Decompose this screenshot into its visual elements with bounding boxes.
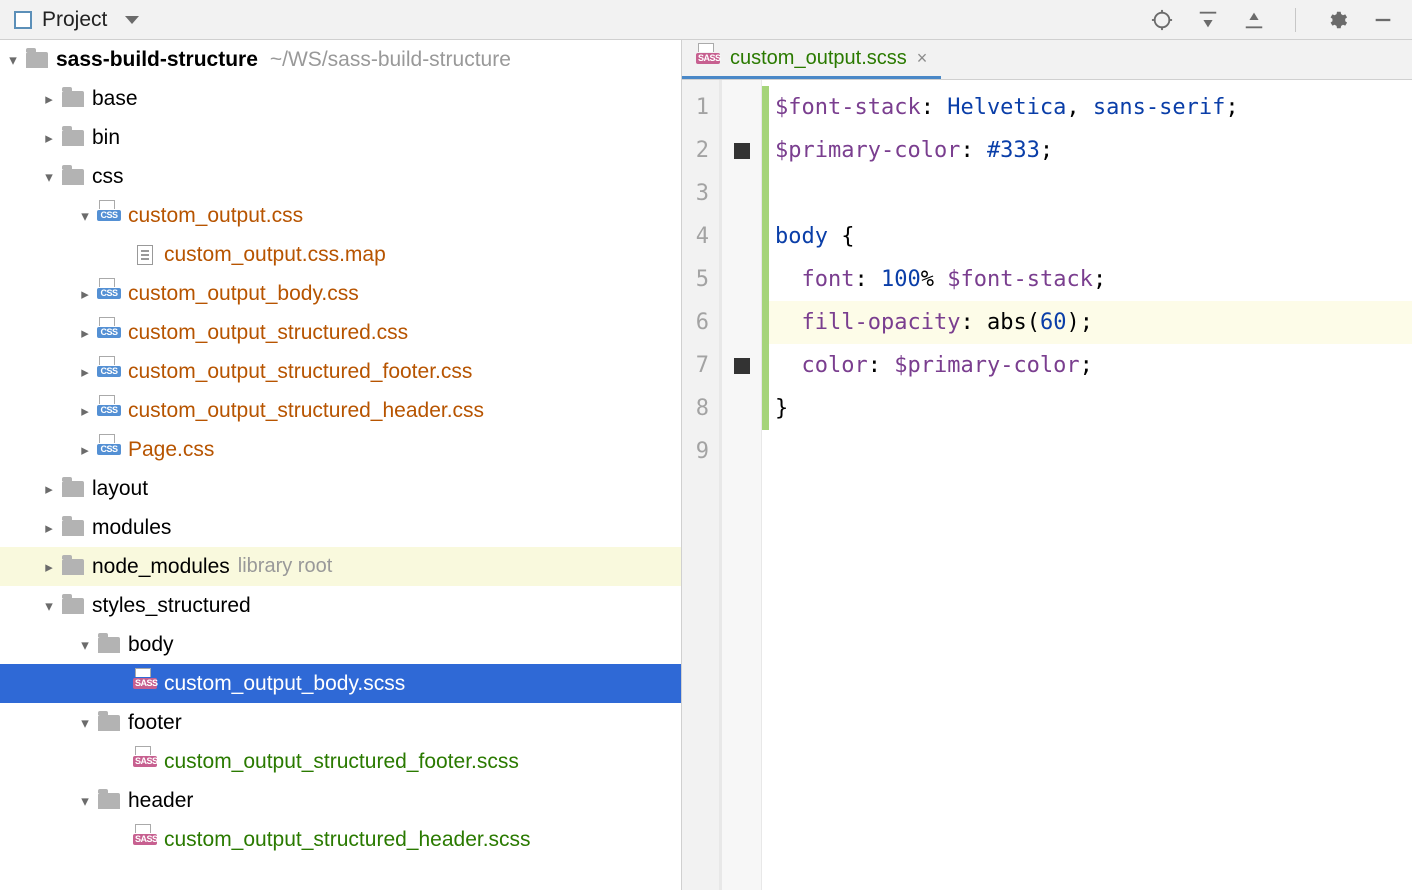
- tree-item[interactable]: ▾styles_structured: [0, 586, 681, 625]
- tree-item[interactable]: ▾footer: [0, 703, 681, 742]
- css-file-icon: CSS: [97, 405, 121, 416]
- folder-icon: [62, 520, 84, 536]
- css-file-icon: CSS: [97, 366, 121, 377]
- collapse-all-icon[interactable]: [1241, 7, 1267, 33]
- gutter-marks: [722, 80, 762, 890]
- css-file-icon: CSS: [97, 288, 121, 299]
- sass-file-icon: SASS: [133, 678, 157, 689]
- tree-item[interactable]: ▸node_moduleslibrary root: [0, 547, 681, 586]
- tree-item[interactable]: custom_output.css.map: [0, 235, 681, 274]
- folder-icon: [62, 481, 84, 497]
- file-icon: [137, 245, 153, 265]
- css-file-icon: CSS: [97, 327, 121, 338]
- tree-item[interactable]: ▸CSScustom_output_structured_footer.css: [0, 352, 681, 391]
- tree-item[interactable]: ▾header: [0, 781, 681, 820]
- editor-tab-bar: SASS custom_output.scss ×: [682, 40, 1412, 80]
- gear-icon[interactable]: [1324, 7, 1350, 33]
- editor-body[interactable]: 123456789 $font-stack: Helvetica, sans-s…: [682, 80, 1412, 890]
- tree-item[interactable]: SASScustom_output_structured_footer.scss: [0, 742, 681, 781]
- color-swatch-icon[interactable]: [734, 143, 750, 159]
- folder-icon: [98, 637, 120, 653]
- vcs-change-strip: [762, 86, 769, 430]
- folder-icon: [62, 559, 84, 575]
- tree-item[interactable]: ▸modules: [0, 508, 681, 547]
- folder-icon: [98, 715, 120, 731]
- project-dropdown[interactable]: Project: [8, 4, 145, 36]
- top-toolbar: Project: [0, 0, 1412, 40]
- editor-area: SASS custom_output.scss × 123456789 $fon…: [682, 40, 1412, 890]
- tree-item[interactable]: ▸CSScustom_output_structured_header.css: [0, 391, 681, 430]
- editor-tab[interactable]: SASS custom_output.scss ×: [682, 40, 941, 79]
- code-content[interactable]: $font-stack: Helvetica, sans-serif;$prim…: [769, 80, 1412, 890]
- folder-icon: [98, 793, 120, 809]
- chevron-down-icon: [125, 16, 139, 24]
- color-swatch-icon[interactable]: [734, 358, 750, 374]
- minimize-icon[interactable]: [1370, 7, 1396, 33]
- main-split: ▾sass-build-structure~/WS/sass-build-str…: [0, 40, 1412, 890]
- tree-root[interactable]: ▾sass-build-structure~/WS/sass-build-str…: [0, 40, 681, 79]
- close-tab-icon[interactable]: ×: [917, 48, 928, 69]
- tree-item[interactable]: ▾CSScustom_output.css: [0, 196, 681, 235]
- folder-icon: [62, 169, 84, 185]
- tree-item[interactable]: SASScustom_output_structured_header.scss: [0, 820, 681, 859]
- tab-filename: custom_output.scss: [730, 47, 907, 70]
- expand-all-icon[interactable]: [1195, 7, 1221, 33]
- tree-item[interactable]: ▾css: [0, 157, 681, 196]
- folder-icon: [62, 598, 84, 614]
- tree-item[interactable]: ▸base: [0, 79, 681, 118]
- line-number-gutter: 123456789: [682, 80, 722, 890]
- css-file-icon: CSS: [97, 444, 121, 455]
- tree-item[interactable]: ▾body: [0, 625, 681, 664]
- project-sidebar: ▾sass-build-structure~/WS/sass-build-str…: [0, 40, 682, 890]
- project-label: Project: [42, 8, 107, 32]
- tree-item[interactable]: ▸CSSPage.css: [0, 430, 681, 469]
- sass-file-icon: SASS: [133, 756, 157, 767]
- folder-icon: [62, 130, 84, 146]
- sass-file-icon: SASS: [133, 834, 157, 845]
- toolbar-icons: [1149, 7, 1404, 33]
- tree-item[interactable]: ▸layout: [0, 469, 681, 508]
- tree-item[interactable]: ▸CSScustom_output_body.css: [0, 274, 681, 313]
- project-icon: [14, 11, 32, 29]
- tree-item[interactable]: ▸CSScustom_output_structured.css: [0, 313, 681, 352]
- tree-item[interactable]: ▸bin: [0, 118, 681, 157]
- css-file-icon: CSS: [97, 210, 121, 221]
- change-strip-wrap: [762, 80, 769, 890]
- toolbar-divider: [1295, 8, 1296, 32]
- target-icon[interactable]: [1149, 7, 1175, 33]
- folder-icon: [62, 91, 84, 107]
- sass-file-icon: SASS: [696, 53, 720, 64]
- tree-item[interactable]: SASScustom_output_body.scss: [0, 664, 681, 703]
- project-tree[interactable]: ▾sass-build-structure~/WS/sass-build-str…: [0, 40, 681, 890]
